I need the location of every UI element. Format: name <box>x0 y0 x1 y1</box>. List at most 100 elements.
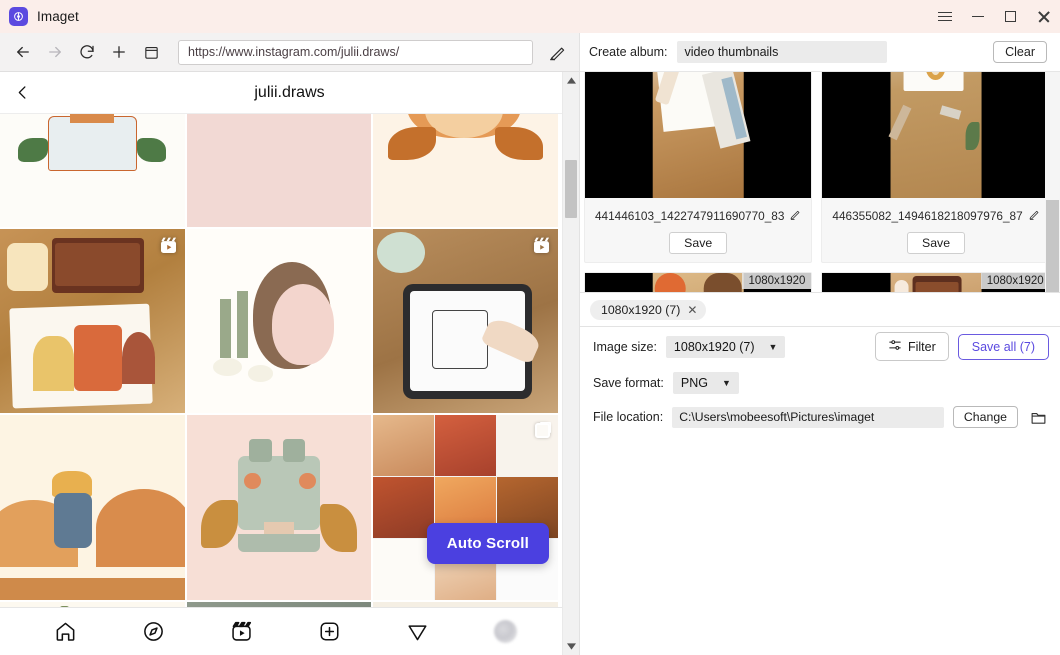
clear-button[interactable]: Clear <box>993 41 1047 63</box>
window-body: https://www.instagram.com/julii.draws/ j… <box>0 33 1060 655</box>
save-button[interactable]: Save <box>669 232 727 254</box>
maximize-icon[interactable] <box>994 0 1027 33</box>
browser-scrollbar[interactable] <box>562 72 579 655</box>
thumbnail[interactable] <box>822 71 1049 198</box>
size-badge: 1080x1920 <box>981 273 1050 289</box>
chevron-down-icon: ▼ <box>722 378 731 388</box>
folder-icon[interactable] <box>1027 409 1049 426</box>
image-size-value: 1080x1920 (7) <box>674 340 755 354</box>
instagram-username: julii.draws <box>0 84 579 102</box>
image-size-label: Image size: <box>593 340 657 354</box>
eraser-icon[interactable] <box>541 37 571 67</box>
home-icon[interactable] <box>49 617 83 647</box>
thumbnail[interactable]: COLOR WITH MEHAPPY TEATIME <box>585 71 811 198</box>
post-tile[interactable] <box>373 602 558 607</box>
post-tile[interactable] <box>187 229 372 414</box>
avatar-icon[interactable] <box>488 617 522 647</box>
plus-icon[interactable] <box>104 37 134 67</box>
imaget-window: Imaget <box>0 0 1060 655</box>
filter-button-label: Filter <box>908 340 936 354</box>
url-input[interactable]: https://www.instagram.com/julii.draws/ <box>178 40 533 65</box>
post-tile[interactable] <box>187 602 372 607</box>
image-size-select[interactable]: 1080x1920 (7) ▼ <box>666 336 786 358</box>
post-tile[interactable] <box>187 114 372 227</box>
paper-plane-icon[interactable] <box>400 617 434 647</box>
hamburger-icon[interactable] <box>928 0 961 33</box>
create-album-label: Create album: <box>589 45 668 59</box>
auto-scroll-button[interactable]: Auto Scroll <box>427 523 549 564</box>
active-filter-chips: 1080x1920 (7) ✕ <box>580 292 1060 326</box>
filename-row: 441446103_1422747911690770_83 <box>585 198 811 225</box>
reels-icon[interactable] <box>225 617 259 647</box>
browser-pane: https://www.instagram.com/julii.draws/ j… <box>0 33 580 655</box>
post-tile[interactable] <box>187 415 372 600</box>
size-badge: 1080x1920 <box>742 273 811 289</box>
app-title: Imaget <box>37 9 79 24</box>
reel-icon <box>159 236 178 255</box>
imaget-panel: Create album: video thumbnails Clear <box>580 33 1060 655</box>
result-card[interactable]: 1080x1920 467317283_18046946645493044_8 … <box>821 272 1050 292</box>
thumbnail[interactable]: 1080x1920 <box>822 273 1049 292</box>
result-card[interactable]: 446355082_1494618218097976_87 Save <box>821 71 1050 263</box>
sliders-icon <box>888 338 902 355</box>
post-tile[interactable] <box>373 229 558 414</box>
file-location-row: File location: C:\Users\mobeesoft\Pictur… <box>580 399 1060 435</box>
change-location-button[interactable]: Change <box>953 406 1018 428</box>
scroll-up-icon[interactable] <box>563 72 579 89</box>
post-tile[interactable] <box>0 114 185 227</box>
save-format-select[interactable]: PNG ▼ <box>673 372 739 394</box>
result-card[interactable]: 1080x1920 465897605_1150608549967846_79 … <box>584 272 812 292</box>
window-controls <box>928 0 1060 33</box>
post-tile[interactable] <box>0 229 185 414</box>
instagram-post-grid[interactable]: Auto Scroll <box>0 114 579 607</box>
create-album-bar: Create album: video thumbnails Clear <box>580 33 1060 71</box>
instagram-header: julii.draws <box>0 72 579 114</box>
close-icon[interactable] <box>1027 0 1060 33</box>
post-tile[interactable] <box>373 415 558 600</box>
forward-arrow-icon[interactable] <box>40 37 70 67</box>
reload-icon[interactable] <box>72 37 102 67</box>
post-tile[interactable] <box>373 114 558 227</box>
file-location-input[interactable]: C:\Users\mobeesoft\Pictures\imaget <box>672 407 944 428</box>
filter-chip-label: 1080x1920 (7) <box>601 303 680 317</box>
instagram-bottom-nav <box>0 607 579 655</box>
save-format-label: Save format: <box>593 376 664 390</box>
imaget-logo-icon <box>9 7 28 26</box>
file-location-label: File location: <box>593 410 663 424</box>
result-card[interactable]: COLOR WITH MEHAPPY TEATIME 441446103_142… <box>584 71 812 263</box>
back-arrow-icon[interactable] <box>8 37 38 67</box>
browser-toolbar: https://www.instagram.com/julii.draws/ <box>0 33 579 72</box>
thumbnail[interactable]: 1080x1920 <box>585 273 811 292</box>
save-format-value: PNG <box>681 376 708 390</box>
pencil-icon[interactable] <box>1028 207 1040 225</box>
chevron-down-icon: ▼ <box>769 342 778 352</box>
filename-row: 446355082_1494618218097976_87 <box>822 198 1049 225</box>
tab-manager-icon[interactable] <box>136 37 166 67</box>
scrollbar-thumb[interactable] <box>565 160 577 218</box>
pencil-icon[interactable] <box>789 207 801 225</box>
album-name-input[interactable]: video thumbnails <box>677 41 887 63</box>
filter-chip[interactable]: 1080x1920 (7) ✕ <box>590 300 706 320</box>
title-bar: Imaget <box>0 0 1060 33</box>
save-format-row: Save format: PNG ▼ <box>580 366 1060 399</box>
filename-text: 441446103_1422747911690770_83 <box>595 209 784 223</box>
results-grid[interactable]: COLOR WITH MEHAPPY TEATIME 441446103_142… <box>580 71 1060 292</box>
scrollbar-thumb[interactable] <box>1046 200 1059 292</box>
scroll-down-icon[interactable] <box>563 638 579 655</box>
post-tile[interactable] <box>0 602 185 607</box>
carousel-icon <box>535 423 550 438</box>
image-size-row: Image size: 1080x1920 (7) ▼ Filter Save … <box>580 326 1060 366</box>
results-scrollbar[interactable] <box>1045 72 1060 292</box>
post-tile[interactable] <box>0 415 185 600</box>
close-icon[interactable]: ✕ <box>687 303 697 317</box>
minimize-icon[interactable] <box>961 0 994 33</box>
chevron-left-icon[interactable] <box>0 83 44 102</box>
plus-square-icon[interactable] <box>312 617 346 647</box>
save-all-button[interactable]: Save all (7) <box>958 334 1049 360</box>
reel-icon <box>532 236 551 255</box>
panel-filler <box>580 435 1060 655</box>
save-button[interactable]: Save <box>907 232 965 254</box>
compass-icon[interactable] <box>137 617 171 647</box>
filter-button[interactable]: Filter <box>875 332 949 361</box>
filename-text: 446355082_1494618218097976_87 <box>832 209 1022 223</box>
